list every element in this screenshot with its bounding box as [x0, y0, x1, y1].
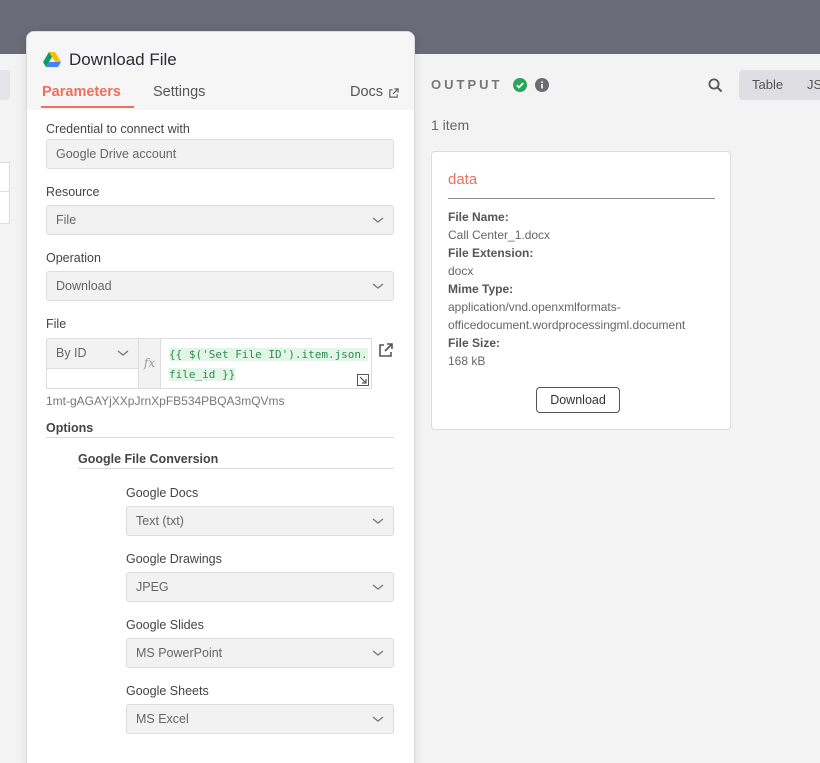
google-drawings-value: JPEG [136, 580, 169, 594]
input-table-row [0, 162, 10, 192]
info-icon[interactable] [535, 78, 549, 92]
options-heading: Options [46, 421, 94, 435]
active-tab-indicator [41, 106, 134, 108]
item-count: 1 item [431, 117, 470, 133]
credential-value: Google Drive account [56, 147, 177, 161]
node-parameters-panel: Download File Parameters Settings Docs C… [26, 31, 415, 763]
divider [78, 468, 394, 469]
tab-settings[interactable]: Settings [153, 84, 205, 100]
file-label: File [46, 317, 67, 331]
card-title: data [448, 171, 478, 188]
file-name-key: File Name: [448, 210, 509, 224]
credential-label: Credential to connect with [46, 122, 190, 136]
google-sheets-value: MS Excel [136, 712, 189, 726]
resource-label: Resource [46, 185, 100, 199]
chevron-down-icon [372, 217, 384, 223]
chevron-down-icon [372, 716, 384, 722]
expand-icon[interactable] [357, 374, 369, 386]
file-mode-spacer [46, 368, 139, 389]
file-size-key: File Size: [448, 336, 501, 350]
panel-title: Download File [69, 50, 177, 69]
file-extension-key: File Extension: [448, 246, 534, 260]
google-file-conversion-heading: Google File Conversion [78, 452, 219, 466]
google-sheets-label: Google Sheets [126, 684, 209, 698]
chevron-down-icon [117, 350, 129, 356]
resource-select[interactable]: File [46, 205, 394, 235]
operation-value: Download [56, 279, 112, 293]
google-slides-select[interactable]: MS PowerPoint [126, 638, 394, 668]
google-drawings-select[interactable]: JPEG [126, 572, 394, 602]
mime-type-value-1: application/vnd.openxmlformats- [448, 300, 621, 314]
view-table-button[interactable]: Table [752, 77, 783, 92]
operation-select[interactable]: Download [46, 271, 394, 301]
expression-line-1: {{ $('Set File ID').item.json. [169, 348, 368, 361]
operation-label: Operation [46, 251, 101, 265]
mime-type-value-2: officedocument.wordprocessingml.document [448, 318, 686, 332]
mime-type-key: Mime Type: [448, 282, 514, 296]
file-id-expression-input[interactable]: {{ $('Set File ID').item.json. file_id }… [161, 338, 372, 389]
output-heading: OUTPUT [431, 77, 503, 92]
google-sheets-select[interactable]: MS Excel [126, 704, 394, 734]
search-icon[interactable] [708, 78, 723, 93]
check-circle-icon [513, 78, 527, 92]
fx-indicator: fx [139, 338, 161, 389]
tab-parameters[interactable]: Parameters [42, 84, 121, 100]
file-metadata: File Name: Call Center_1.docx File Exten… [448, 208, 718, 370]
file-name-value: Call Center_1.docx [448, 228, 551, 242]
download-button[interactable]: Download [536, 387, 620, 413]
chevron-down-icon [372, 518, 384, 524]
google-drawings-label: Google Drawings [126, 552, 222, 566]
google-docs-select[interactable]: Text (txt) [126, 506, 394, 536]
divider [46, 437, 394, 438]
google-slides-label: Google Slides [126, 618, 204, 632]
view-json-button[interactable]: JSON [807, 77, 820, 92]
expression-line-2: file_id }} [169, 368, 236, 381]
file-size-value: 168 kB [448, 354, 486, 368]
external-link-icon[interactable] [388, 88, 399, 99]
file-mode-value: By ID [56, 346, 87, 360]
file-id-preview: 1mt-gAGAYjXXpJrnXpFB534PBQA3mQVms [46, 394, 285, 408]
input-view-toggle[interactable] [0, 70, 10, 100]
google-slides-value: MS PowerPoint [136, 646, 223, 660]
chevron-down-icon [372, 650, 384, 656]
file-extension-value: docx [448, 264, 474, 278]
google-docs-value: Text (txt) [136, 514, 184, 528]
binary-data-card: data File Name: Call Center_1.docx File … [431, 151, 731, 430]
input-background [0, 54, 26, 763]
divider [448, 198, 715, 199]
chevron-down-icon [372, 283, 384, 289]
input-table-row [0, 192, 10, 224]
chevron-down-icon [372, 584, 384, 590]
file-mode-select[interactable]: By ID [46, 338, 139, 368]
credential-select[interactable]: Google Drive account [46, 139, 394, 169]
resource-value: File [56, 213, 77, 227]
google-docs-label: Google Docs [126, 486, 199, 500]
external-link-icon[interactable] [378, 343, 393, 358]
google-drive-icon [43, 52, 61, 67]
docs-link[interactable]: Docs [350, 84, 383, 100]
